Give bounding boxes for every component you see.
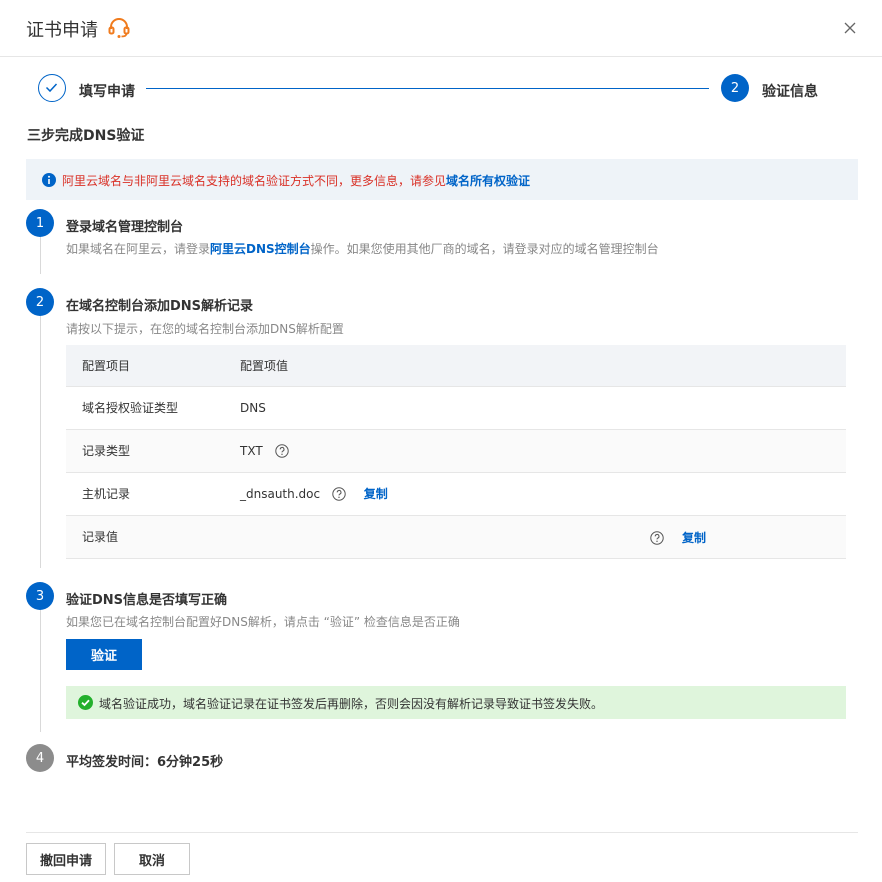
desc-text: 如果域名在阿里云，请登录 xyxy=(66,242,211,256)
timeline-connector xyxy=(40,610,41,732)
step-desc-add-record: 请按以下提示，在您的域名控制台添加DNS解析配置 xyxy=(66,322,344,336)
dns-config-table: 配置项目 配置项值 域名授权验证类型 DNS 记录类型 TXT 主机记录 _dn… xyxy=(66,345,846,559)
step-label-verify-info: 验证信息 xyxy=(762,84,818,100)
step-title-verify: 验证DNS信息是否填写正确 xyxy=(66,593,228,608)
table-row: 主机记录 _dnsauth.doc 复制 xyxy=(66,472,846,516)
timeline-connector xyxy=(40,316,41,568)
step-desc-verify: 如果您已在域名控制台配置好DNS解析，请点击 “验证” 检查信息是否正确 xyxy=(66,615,460,629)
row-value: TXT xyxy=(240,443,263,458)
row-value: _dnsauth.doc xyxy=(240,487,321,501)
dns-console-link[interactable]: 阿里云DNS控制台 xyxy=(210,242,311,256)
cancel-button[interactable]: 取消 xyxy=(114,843,190,875)
notice-message: 阿里云域名与非阿里云域名支持的域名验证方式不同，更多信息，请参见 xyxy=(62,174,447,188)
row-name: 记录类型 xyxy=(66,429,240,473)
step-title-login: 登录域名管理控制台 xyxy=(66,220,184,235)
notice-text: 阿里云域名与非阿里云域名支持的域名验证方式不同，更多信息，请参见域名所有权验证 xyxy=(62,172,530,189)
table-header-row: 配置项目 配置项值 xyxy=(66,345,846,387)
table-row: 记录值 复制 xyxy=(66,515,846,559)
dialog-header: 证书申请 xyxy=(0,0,882,57)
column-header: 配置项目 xyxy=(66,345,240,387)
step-desc-login: 如果域名在阿里云，请登录阿里云DNS控制台操作。如果您使用其他厂商的域名，请登录… xyxy=(66,240,659,257)
row-value-cell: TXT xyxy=(240,429,846,473)
step-current-indicator: 2 xyxy=(721,74,749,102)
copy-host-record-button[interactable]: 复制 xyxy=(364,487,388,501)
success-message: 域名验证成功，域名验证记录在证书签发后再删除，否则会因没有解析记录导致证书签发失… xyxy=(66,686,846,719)
section-title: 三步完成DNS验证 xyxy=(27,128,145,144)
progress-stepper: 填写申请 2 验证信息 xyxy=(38,74,838,104)
check-icon xyxy=(45,83,58,93)
step-connector xyxy=(146,88,709,89)
column-header: 配置项值 xyxy=(240,345,846,387)
step-done-indicator xyxy=(38,74,66,102)
row-name: 域名授权验证类型 xyxy=(66,386,240,430)
row-value: DNS xyxy=(240,386,846,430)
step-number-4: 4 xyxy=(26,744,54,772)
step-number-3: 3 xyxy=(26,582,54,610)
record-value-actions: 复制 xyxy=(650,529,706,546)
desc-text: 操作。如果您使用其他厂商的域名，请登录对应的域名管理控制台 xyxy=(310,242,659,256)
copy-record-value-button[interactable]: 复制 xyxy=(682,531,706,545)
help-icon[interactable] xyxy=(332,487,346,501)
timeline-connector xyxy=(40,236,41,274)
headset-icon[interactable] xyxy=(108,18,130,38)
table-row: 域名授权验证类型 DNS xyxy=(66,386,846,430)
help-icon[interactable] xyxy=(650,530,664,545)
step-number-2: 2 xyxy=(26,288,54,316)
domain-ownership-link[interactable]: 域名所有权验证 xyxy=(446,174,530,188)
average-issue-time: 平均签发时间：6分钟25秒 xyxy=(66,755,224,770)
verify-button[interactable]: 验证 xyxy=(66,639,142,670)
row-name: 主机记录 xyxy=(66,472,240,516)
footer-divider xyxy=(26,832,858,833)
step-number-1: 1 xyxy=(26,209,54,237)
withdraw-application-button[interactable]: 撤回申请 xyxy=(26,843,106,875)
success-text: 域名验证成功，域名验证记录在证书签发后再删除，否则会因没有解析记录导致证书签发失… xyxy=(99,697,604,711)
table-row: 记录类型 TXT xyxy=(66,429,846,473)
help-icon[interactable] xyxy=(274,443,289,458)
check-circle-icon xyxy=(78,695,93,710)
step-title-add-record: 在域名控制台添加DNS解析记录 xyxy=(66,299,254,314)
row-value-cell: _dnsauth.doc 复制 xyxy=(240,472,846,516)
info-icon xyxy=(42,173,56,187)
row-name: 记录值 xyxy=(66,515,240,559)
dialog-title: 证书申请 xyxy=(26,20,98,41)
info-notice: 阿里云域名与非阿里云域名支持的域名验证方式不同，更多信息，请参见域名所有权验证 xyxy=(26,159,858,200)
row-value-cell: 复制 xyxy=(240,515,846,559)
close-icon[interactable] xyxy=(842,20,858,36)
step-label-fill-application: 填写申请 xyxy=(79,84,135,100)
